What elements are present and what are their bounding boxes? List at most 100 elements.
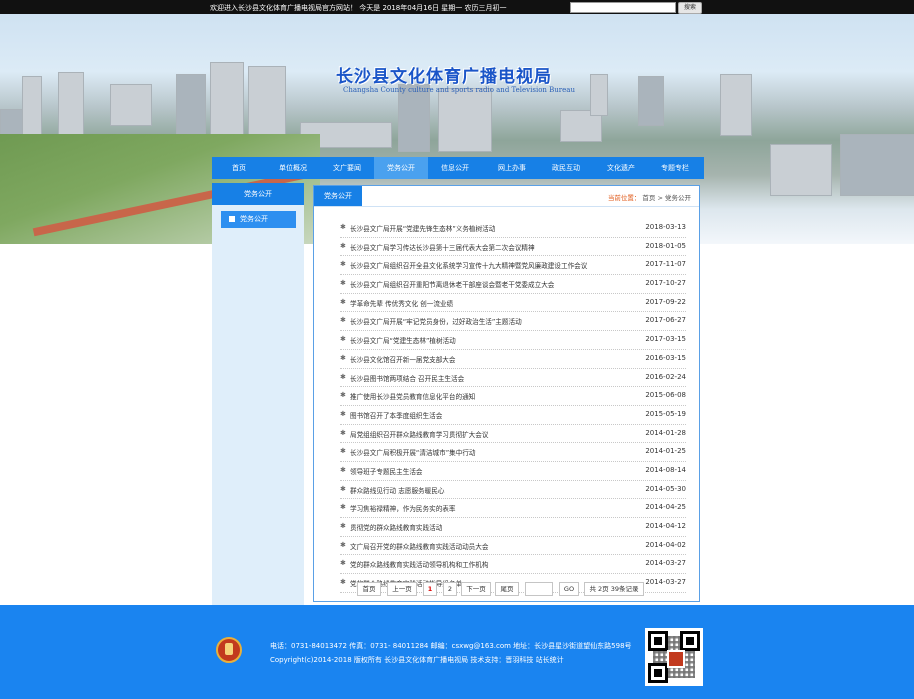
- asterisk-bullet-icon: ✱: [340, 447, 346, 456]
- article-row[interactable]: ✱ 学革命先辈 传优秀文化 创一流业绩 2017-09-22: [340, 294, 686, 313]
- search-button[interactable]: 搜索: [678, 2, 702, 14]
- nav-item-home[interactable]: 首页: [212, 157, 266, 179]
- pager-prev-button[interactable]: 上一页: [387, 582, 417, 596]
- article-date: 2016-03-15: [645, 353, 686, 362]
- article-title-link[interactable]: 长沙县文广局开展“牢记党员身份，过好政治生活”主题活动: [350, 316, 522, 326]
- article-row[interactable]: ✱ 党的群众路线教育实践活动领导机构和工作机构 2014-03-27: [340, 555, 686, 575]
- article-title-link[interactable]: 长沙县文广局学习传达长沙县第十三届代表大会第二次会议精神: [350, 242, 535, 252]
- article-title-link[interactable]: 文广局召开党的群众路线教育实践活动动员大会: [350, 541, 488, 551]
- asterisk-bullet-icon: ✱: [340, 409, 346, 418]
- pager-go-button[interactable]: GO: [559, 582, 579, 596]
- article-row[interactable]: ✱ 长沙县文广局组织召开全县文化系统学习宣传十九大精神暨党风廉政建设工作会议 201…: [340, 256, 686, 276]
- nav-item-interaction[interactable]: 政民互动: [539, 157, 593, 179]
- asterisk-bullet-icon: ✱: [340, 540, 346, 549]
- pager-goto-input[interactable]: [525, 582, 553, 596]
- breadcrumb-home[interactable]: 首页: [642, 194, 655, 202]
- article-title-link[interactable]: 推广使用长沙县党员教育信息化平台的通知: [350, 391, 475, 401]
- article-row[interactable]: ✱ 文广局召开党的群众路线教育实践活动动员大会 2014-04-02: [340, 537, 686, 556]
- nav-item-overview[interactable]: 单位概况: [266, 157, 320, 179]
- article-date: 2014-01-25: [645, 447, 686, 456]
- top-bar: 欢迎进入长沙县文化体育广播电视局官方网站！ 今天是 2018年04月16日 星期…: [0, 0, 914, 14]
- article-row[interactable]: ✱ 群众路线见行动 志愿服务暖民心 2014-05-30: [340, 481, 686, 500]
- article-title-link[interactable]: 图书馆召开了本季度组织生活会: [350, 410, 442, 420]
- asterisk-bullet-icon: ✱: [340, 372, 346, 381]
- article-date: 2017-11-07: [645, 260, 686, 269]
- nav-item-online-services[interactable]: 网上办事: [485, 157, 539, 179]
- article-row[interactable]: ✱ 推广使用长沙县党员教育信息化平台的通知 2015-06-08: [340, 387, 686, 406]
- article-row[interactable]: ✱ 图书馆召开了本季度组织生活会 2015-05-19: [340, 406, 686, 425]
- article-date: 2017-09-22: [645, 297, 686, 306]
- article-title-link[interactable]: 学习焦裕禄精神，作为民务实的表率: [350, 503, 456, 513]
- asterisk-bullet-icon: ✱: [340, 335, 346, 344]
- article-title-link[interactable]: 党的群众路线教育实践活动领导机构和工作机构: [350, 559, 488, 569]
- content-tab: 党务公开: [314, 186, 362, 206]
- sidebar: [212, 183, 304, 605]
- breadcrumb-current[interactable]: 党务公开: [665, 194, 691, 202]
- qr-code-icon: [645, 628, 703, 686]
- sidebar-item-label: 党务公开: [240, 215, 268, 223]
- asterisk-bullet-icon: ✱: [340, 223, 346, 231]
- sidebar-heading: 党务公开: [212, 183, 304, 205]
- asterisk-bullet-icon: ✱: [340, 279, 346, 288]
- nav-item-news[interactable]: 文广要闻: [320, 157, 374, 179]
- article-row[interactable]: ✱ 长沙县文广局积极开展“清洁城市”集中行动 2014-01-25: [340, 443, 686, 462]
- article-date: 2014-04-12: [645, 522, 686, 530]
- nav-item-party-affairs[interactable]: 党务公开: [374, 157, 428, 179]
- pager-last-button[interactable]: 尾页: [495, 582, 519, 596]
- footer-contact: 电话：0731-84013472 传真：0731- 84011284 邮编：cs…: [270, 642, 632, 650]
- article-row[interactable]: ✱ 长沙县文化馆召开新一届党支部大会 2016-03-15: [340, 350, 686, 369]
- article-row[interactable]: ✱ 长沙县图书馆两项结合 召开民主生活会 2016-02-24: [340, 369, 686, 388]
- article-title-link[interactable]: 领导班子专题民主生活会: [350, 466, 423, 476]
- article-row[interactable]: ✱ 长沙县文广局组织召开重阳节离退休老干部座谈会暨老干党委成立大会 2017-10-…: [340, 275, 686, 294]
- nav-item-special-topics[interactable]: 专题专栏: [648, 157, 702, 179]
- article-title-link[interactable]: 长沙县文广局组织召开全县文化系统学习宣传十九大精神暨党风廉政建设工作会议: [350, 260, 587, 270]
- article-title-link[interactable]: 长沙县文广局积极开展“清洁城市”集中行动: [350, 447, 476, 457]
- content-header: 党务公开 当前位置： 首页 > 党务公开: [314, 186, 699, 207]
- building-graphic: [590, 74, 608, 116]
- article-row[interactable]: ✱ 领导班子专题民主生活会 2014-08-14: [340, 462, 686, 481]
- pager-next-button[interactable]: 下一页: [461, 582, 491, 596]
- article-date: 2015-05-19: [645, 409, 686, 418]
- pager-page-2[interactable]: 2: [443, 582, 457, 596]
- site-title: 长沙县文化体育广播电视局: [336, 67, 552, 87]
- article-date: 2017-10-27: [645, 279, 686, 288]
- nav-item-heritage[interactable]: 文化遗产: [594, 157, 648, 179]
- article-date: 2015-06-08: [645, 391, 686, 400]
- article-title-link[interactable]: 长沙县文化馆召开新一届党支部大会: [350, 354, 456, 364]
- emblem-icon: [216, 637, 242, 663]
- main-nav: 首页 单位概况 文广要闻 党务公开 信息公开 网上办事 政民互动 文化遗产 专题…: [212, 157, 704, 179]
- breadcrumb-separator: >: [657, 194, 663, 202]
- building-graphic: [22, 76, 42, 138]
- nav-item-info-disclosure[interactable]: 信息公开: [428, 157, 482, 179]
- building-graphic: [720, 74, 752, 136]
- article-title-link[interactable]: 学革命先辈 传优秀文化 创一流业绩: [350, 298, 453, 308]
- asterisk-bullet-icon: ✱: [340, 297, 346, 306]
- building-graphic: [438, 88, 492, 152]
- article-title-link[interactable]: 长沙县文广局组织召开重阳节离退休老干部座谈会暨老干党委成立大会: [350, 279, 554, 289]
- article-row[interactable]: ✱ 局党组组织召开群众路线教育学习贯彻扩大会议 2014-01-28: [340, 425, 686, 444]
- pager-page-1[interactable]: 1: [423, 582, 437, 596]
- article-date: 2017-06-27: [645, 316, 686, 325]
- article-title-link[interactable]: 长沙县文广局开展“党建先锋生态林”义务植树活动: [350, 223, 495, 233]
- pager-first-button[interactable]: 首页: [357, 582, 381, 596]
- article-row[interactable]: ✱ 长沙县文广局开展“牢记党员身份，过好政治生活”主题活动 2017-06-27: [340, 312, 686, 332]
- footer-copyright: Copyright(c)2014-2018 版权所有 长沙县文化体育广播电视局 …: [270, 656, 564, 664]
- article-title-link[interactable]: 长沙县文广局“党建生态林”植树活动: [350, 335, 456, 345]
- article-title-link[interactable]: 贯彻党的群众路线教育实践活动: [350, 522, 442, 532]
- article-row[interactable]: ✱ 长沙县文广局学习传达长沙县第十三届代表大会第二次会议精神 2018-01-05: [340, 238, 686, 257]
- asterisk-bullet-icon: ✱: [340, 578, 346, 587]
- content-panel: 党务公开 当前位置： 首页 > 党务公开 ✱ 长沙县文广局开展“党建先锋生态林”义…: [313, 185, 700, 602]
- article-title-link[interactable]: 局党组组织召开群众路线教育学习贯彻扩大会议: [350, 429, 488, 439]
- article-title-link[interactable]: 群众路线见行动 志愿服务暖民心: [350, 485, 444, 495]
- article-row[interactable]: ✱ 贯彻党的群众路线教育实践活动 2014-04-12: [340, 518, 686, 537]
- sidebar-item-party-affairs[interactable]: 党务公开: [221, 211, 296, 228]
- search-input[interactable]: [570, 2, 676, 13]
- article-row[interactable]: ✱ 长沙县文广局“党建生态林”植树活动 2017-03-15: [340, 331, 686, 350]
- article-date: 2014-04-25: [645, 503, 686, 512]
- article-row[interactable]: ✱ 长沙县文广局开展“党建先锋生态林”义务植树活动 2018-03-13: [340, 219, 686, 238]
- article-row[interactable]: ✱ 学习焦裕禄精神，作为民务实的表率 2014-04-25: [340, 499, 686, 518]
- article-date: 2014-01-28: [645, 428, 686, 437]
- article-title-link[interactable]: 长沙县图书馆两项结合 召开民主生活会: [350, 373, 464, 383]
- breadcrumb: 当前位置： 首页 > 党务公开: [608, 192, 691, 202]
- building-graphic: [840, 134, 914, 196]
